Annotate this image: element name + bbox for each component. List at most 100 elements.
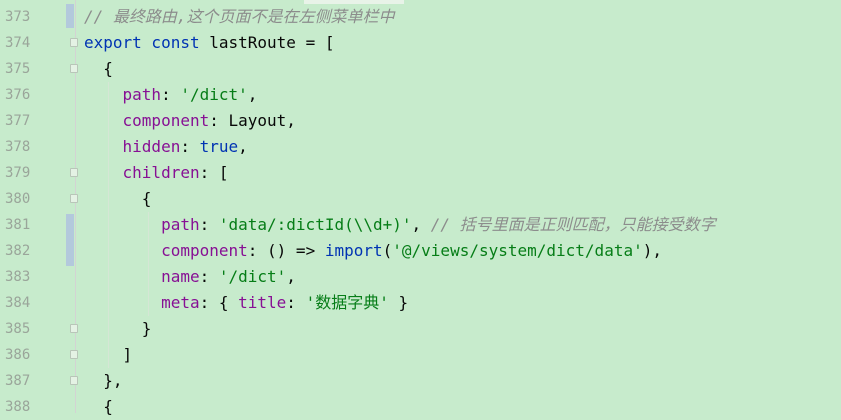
code-token: , (238, 137, 248, 156)
line-number: 376 (5, 87, 31, 103)
code-line[interactable]: 375 { (0, 56, 841, 82)
code-line[interactable]: 381 path: 'data/:dictId(\\d+)', // 括号里面是… (0, 212, 841, 238)
code-token: 'data/:dictId(\\d+)' (218, 215, 412, 234)
code-token: children (122, 163, 200, 182)
line-number: 387 (5, 373, 31, 389)
fold-marker-icon[interactable] (70, 194, 78, 203)
line-number: 383 (5, 269, 31, 285)
code-token: , (286, 267, 296, 286)
code-token: true (199, 137, 239, 156)
code-token: : () => (247, 241, 325, 260)
line-number: 388 (5, 399, 31, 415)
code-line[interactable]: 379 children: [ (0, 160, 841, 186)
code-line[interactable]: 384 meta: { title: '数据字典' } (0, 290, 841, 316)
line-number: 378 (5, 139, 31, 155)
code-token: { (84, 189, 152, 208)
code-line[interactable]: 380 { (0, 186, 841, 212)
code-text: }, (84, 368, 122, 394)
code-text: path: 'data/:dictId(\\d+)', // 括号里面是正则匹配… (84, 212, 716, 238)
line-number: 373 (5, 9, 31, 25)
line-number: 374 (5, 35, 31, 51)
code-token: ), (642, 241, 662, 260)
code-text: ] (84, 342, 133, 368)
code-token: '/dict' (180, 85, 248, 104)
code-line[interactable]: 388 { (0, 394, 841, 420)
code-token: ] (84, 345, 133, 364)
code-token: meta (161, 293, 200, 312)
code-token: export const (84, 33, 210, 52)
code-token: import (324, 241, 383, 260)
line-number: 377 (5, 113, 31, 129)
code-token: : (286, 293, 306, 312)
code-token: lastRoute (209, 33, 296, 52)
code-token: : (199, 215, 219, 234)
code-token: : (199, 267, 219, 286)
fold-marker-icon[interactable] (70, 324, 78, 333)
code-line[interactable]: 387 }, (0, 368, 841, 394)
code-token: // 括号里面是正则匹配，只能接受数字 (430, 215, 716, 234)
code-token: component (161, 241, 248, 260)
code-text: component: Layout, (84, 108, 296, 134)
code-token: : Layout, (209, 111, 296, 130)
code-token: { (84, 397, 113, 416)
code-line[interactable]: 386 ] (0, 342, 841, 368)
line-number: 385 (5, 321, 31, 337)
code-line[interactable]: 382 component: () => import('@/views/sys… (0, 238, 841, 264)
code-token: path (122, 85, 162, 104)
line-number: 375 (5, 61, 31, 77)
code-token: } (84, 319, 152, 338)
line-number: 382 (5, 243, 31, 259)
code-line[interactable]: 376 path: '/dict', (0, 82, 841, 108)
code-token: } (388, 293, 409, 312)
code-token: // 最终路由,这个页面不是在左侧菜单栏中 (84, 7, 395, 26)
code-token: , (247, 85, 258, 104)
fold-marker-icon[interactable] (70, 350, 78, 359)
code-line[interactable]: 385 } (0, 316, 841, 342)
code-line[interactable]: 378 hidden: true, (0, 134, 841, 160)
code-token: path (161, 215, 200, 234)
code-text: { (84, 186, 152, 212)
code-token: : [ (199, 163, 229, 182)
line-number: 379 (5, 165, 31, 181)
code-token: ( (382, 241, 393, 260)
code-text: hidden: true, (84, 134, 248, 160)
line-number: 386 (5, 347, 31, 363)
code-text: { (84, 394, 113, 420)
code-line[interactable]: 374 export const lastRoute = [ (0, 30, 841, 56)
code-text: export const lastRoute = [ (84, 30, 334, 56)
line-number: 380 (5, 191, 31, 207)
code-token: hidden (122, 137, 181, 156)
code-token: : { (199, 293, 239, 312)
code-line[interactable]: 383 name: '/dict', (0, 264, 841, 290)
fold-marker-icon[interactable] (70, 168, 78, 177)
code-line[interactable]: 377 component: Layout, (0, 108, 841, 134)
code-line[interactable]: 373 // 最终路由,这个页面不是在左侧菜单栏中 (0, 4, 841, 30)
code-token: { (84, 59, 113, 78)
code-text: // 最终路由,这个页面不是在左侧菜单栏中 (84, 4, 395, 30)
code-text: component: () => import('@/views/system/… (84, 238, 662, 264)
code-text: meta: { title: '数据字典' } (84, 290, 408, 316)
code-token: title (238, 293, 287, 312)
fold-marker-icon[interactable] (70, 376, 78, 385)
code-token: component (122, 111, 210, 130)
code-text: children: [ (84, 160, 229, 186)
fold-marker-icon[interactable] (70, 38, 78, 47)
code-editor[interactable]: 373 // 最终路由,这个页面不是在左侧菜单栏中 374 export const … (0, 0, 841, 416)
code-token: = [ (295, 33, 335, 52)
code-text: { (84, 56, 113, 82)
code-token: '/dict' (218, 267, 287, 286)
code-token: name (161, 267, 200, 286)
line-number: 381 (5, 217, 31, 233)
code-text: name: '/dict', (84, 264, 296, 290)
code-token: '数据字典' (305, 293, 389, 312)
fold-marker-icon[interactable] (70, 64, 78, 73)
code-token: '@/views/system/dict/data' (392, 241, 643, 260)
